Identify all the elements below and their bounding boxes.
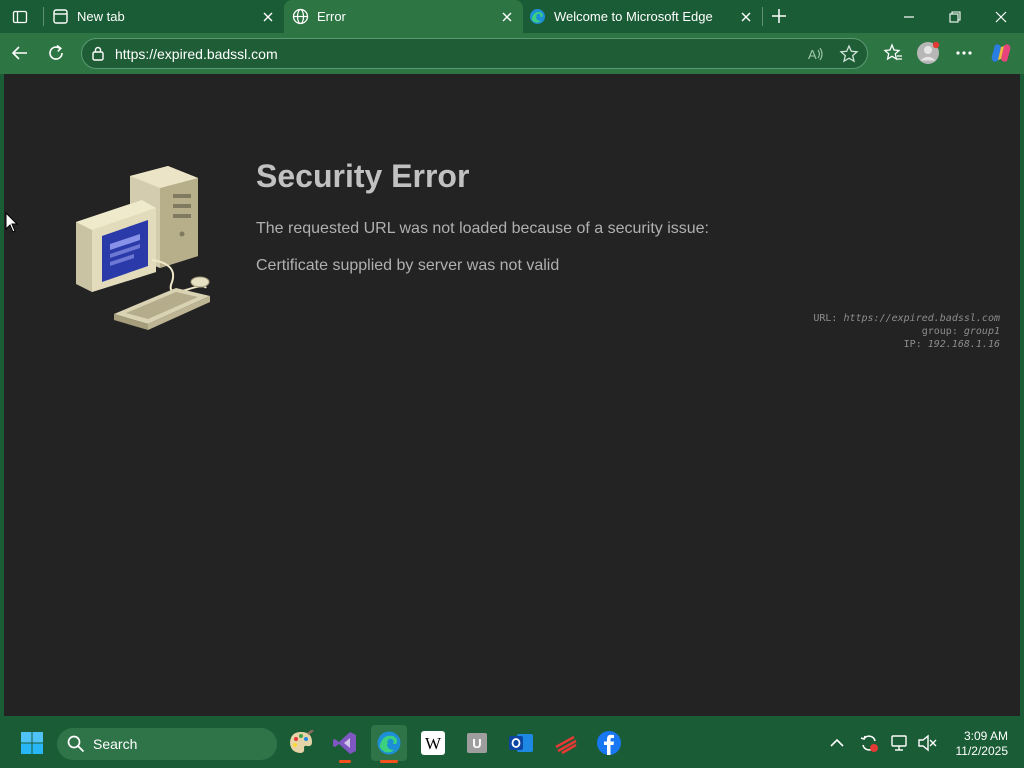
close-icon [502,12,511,21]
tab-error[interactable]: Error [284,0,523,33]
tab-actions-button[interactable] [8,6,32,28]
network-icon [891,735,907,751]
sync-icon [860,735,878,752]
app-u-icon: U [467,733,487,753]
meta-url-row: URL: https://expired.badssl.com [813,312,1000,325]
svg-text:A: A [808,47,817,62]
computer-illustration [76,166,210,330]
meta-group-label: group: [921,326,958,337]
taskbar-app-outlook[interactable] [503,725,539,761]
lock-icon[interactable] [91,46,105,66]
back-button[interactable] [8,41,32,65]
tab-close-button[interactable] [259,8,276,25]
red-stripes-icon [555,735,577,755]
tab-label: Welcome to Microsoft Edge [554,9,713,24]
request-metadata: URL: https://expired.badssl.com group: g… [813,312,1000,351]
favorites-icon [883,43,902,61]
volume-muted-icon [918,734,937,752]
tab-close-button[interactable] [737,8,754,25]
clock-time: 3:09 AM [963,729,1008,743]
tab-label: New tab [77,9,125,24]
page-content: Security Error The requested URL was not… [4,74,1020,716]
taskbar-search[interactable]: Search [57,728,277,760]
meta-ip-value: 192.168.1.16 [927,339,1000,350]
profile-button[interactable] [915,40,941,66]
meta-group-row: group: group1 [813,325,1000,338]
tab-welcome-edge[interactable]: Welcome to Microsoft Edge [521,0,761,33]
facebook-icon [597,731,621,755]
plus-icon [772,9,786,23]
address-url[interactable]: https://expired.badssl.com [115,46,278,62]
tab-strip: New tab Error Welcome to Microsoft Edge [0,0,1024,33]
avatar-icon [917,41,940,64]
minimize-icon [904,16,914,18]
ellipsis-icon [956,51,972,55]
running-indicator [339,760,351,763]
clock-date: 11/2/2025 [955,744,1009,758]
system-clock[interactable]: 3:09 AM 11/2/2025 [956,729,1009,759]
chevron-up-icon [830,738,844,747]
close-window-button[interactable] [988,6,1014,28]
start-button[interactable] [14,725,50,761]
page-icon [52,8,69,25]
favorites-button[interactable] [881,41,905,65]
tray-overflow-button[interactable] [825,731,849,755]
edge-icon [529,8,546,25]
error-detail: Certificate supplied by server was not v… [256,257,560,274]
address-bar[interactable]: https://expired.badssl.com A [81,38,868,69]
tray-volume-button[interactable] [915,731,939,755]
tab-new-tab[interactable]: New tab [44,0,284,33]
taskbar-app-facebook[interactable] [591,725,627,761]
restore-icon [949,11,961,23]
edge-icon [377,731,401,755]
meta-url-label: URL: [813,313,838,324]
mouse-cursor-icon [5,212,19,233]
tab-separator [762,7,763,26]
svg-text:U: U [472,736,481,751]
windows-icon [21,732,43,754]
read-aloud-icon[interactable]: A [807,45,825,68]
browser-toolbar: https://expired.badssl.com A [0,33,1024,74]
running-indicator [380,760,398,763]
error-title: Security Error [256,158,470,194]
taskbar: Search W U 3:09 AM 11/2/2025 [0,718,1024,768]
favorite-star-icon[interactable] [839,44,859,69]
taskbar-app-visual-studio[interactable] [327,725,363,763]
copilot-button[interactable] [988,40,1014,66]
taskbar-app-red-app[interactable] [548,725,584,761]
meta-ip-label: IP: [903,339,922,350]
meta-group-value: group1 [963,326,1000,337]
meta-ip-row: IP: 192.168.1.16 [813,338,1000,351]
tab-actions-icon [12,10,28,24]
svg-text:W: W [425,734,442,753]
taskbar-app-wikipedia[interactable]: W [415,725,451,761]
visual-studio-icon [333,732,356,754]
more-options-button[interactable] [952,41,976,65]
taskbar-app-paint[interactable] [283,725,319,761]
refresh-button[interactable] [44,41,68,65]
back-arrow-icon [11,46,27,60]
copilot-icon [991,44,1011,62]
minimize-button[interactable] [896,6,922,28]
tab-close-button[interactable] [498,8,515,25]
outlook-icon [509,734,533,752]
taskbar-app-u[interactable]: U [459,725,495,761]
tab-label: Error [317,9,346,24]
taskbar-app-edge[interactable] [371,725,407,763]
close-icon [263,12,272,21]
restore-button[interactable] [942,6,968,28]
meta-url-value: https://expired.badssl.com [843,313,1000,324]
error-message: The requested URL was not loaded because… [256,220,709,237]
globe-icon [292,8,309,25]
paint-palette-icon [290,730,314,753]
close-icon [995,11,1007,23]
search-icon [67,735,85,753]
refresh-icon [49,44,63,60]
tray-network-button[interactable] [888,731,912,755]
search-label: Search [93,736,138,752]
new-tab-button[interactable] [767,5,791,27]
close-icon [741,12,750,21]
wikipedia-icon: W [421,731,445,755]
tray-sync-button[interactable] [857,731,881,755]
